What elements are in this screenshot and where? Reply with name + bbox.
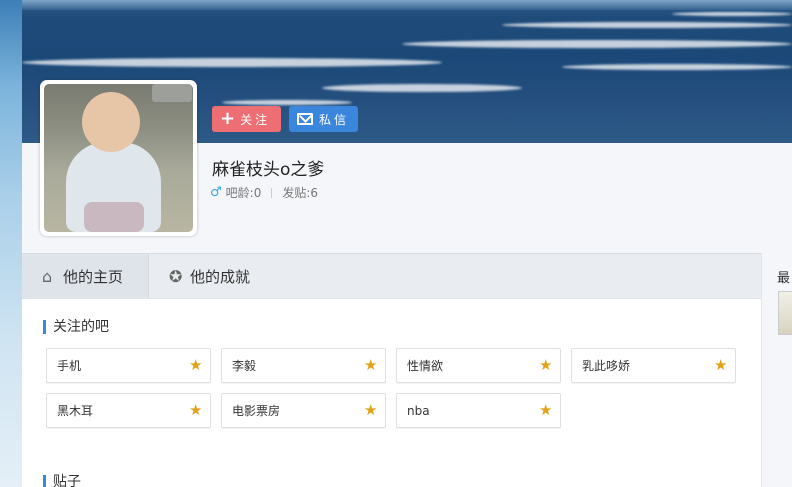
star-icon: ★ <box>539 356 553 374</box>
bar-item-label: 手机 <box>57 359 82 373</box>
star-icon: ★ <box>364 356 378 374</box>
medal-icon: ✪ <box>169 266 183 286</box>
bar-item[interactable]: 手机 ★ <box>46 348 211 383</box>
bar-item-label: 李毅 <box>232 359 257 373</box>
tab-home[interactable]: ⌂ 他的主页 <box>22 254 149 299</box>
sidebar-thumbnail[interactable] <box>778 291 792 335</box>
meta-divider <box>271 187 273 198</box>
plus-icon: + <box>220 108 236 129</box>
page-background-left <box>0 0 22 487</box>
tab-achievements-label: 他的成就 <box>190 268 251 286</box>
profile-meta: ♂ 吧龄:0 发贴:6 <box>210 184 318 201</box>
profile-tabs: ⌂ 他的主页 ✪ 他的成就 <box>22 253 761 299</box>
follow-button[interactable]: + 关注 <box>212 106 281 132</box>
avatar-photo <box>44 84 193 232</box>
tab-achievements[interactable]: ✪ 他的成就 <box>169 254 279 299</box>
avatar[interactable] <box>40 80 197 236</box>
mail-icon <box>297 113 313 125</box>
bar-age: 吧龄:0 <box>225 186 262 200</box>
star-icon: ★ <box>189 356 203 374</box>
bar-item-label: 电影票房 <box>232 404 281 418</box>
post-count: 发贴:6 <box>282 186 319 200</box>
bar-item[interactable]: 性情欲 ★ <box>396 348 561 383</box>
follow-button-label: 关注 <box>240 112 271 127</box>
bar-item[interactable]: 黑木耳 ★ <box>46 393 211 428</box>
posts-title: 贴子 <box>43 475 81 487</box>
male-icon: ♂ <box>210 185 222 200</box>
username: 麻雀枝头o之爹 <box>212 160 325 180</box>
bar-item-label: nba <box>407 403 430 418</box>
bar-item[interactable]: 李毅 ★ <box>221 348 386 383</box>
star-icon: ★ <box>364 401 378 419</box>
bar-item[interactable]: nba ★ <box>396 393 561 428</box>
message-button[interactable]: 私信 <box>289 106 358 132</box>
right-sidebar: 最 <box>761 253 792 487</box>
star-icon: ★ <box>189 401 203 419</box>
main-content: 关注的吧 手机 ★ 李毅 ★ 性情欲 ★ 乳此哆娇 ★ 黑木耳 ★ 电影票房 ★… <box>22 299 761 487</box>
bar-item-label: 乳此哆娇 <box>582 359 631 373</box>
star-icon: ★ <box>714 356 728 374</box>
sidebar-title: 最 <box>777 271 791 286</box>
star-icon: ★ <box>539 401 553 419</box>
bar-item-label: 黑木耳 <box>57 404 94 418</box>
message-button-label: 私信 <box>319 112 350 127</box>
bar-item-label: 性情欲 <box>407 359 444 373</box>
bar-item[interactable]: 乳此哆娇 ★ <box>571 348 736 383</box>
tab-home-label: 他的主页 <box>63 268 124 286</box>
followed-bars-title: 关注的吧 <box>43 320 109 334</box>
bar-item[interactable]: 电影票房 ★ <box>221 393 386 428</box>
home-icon: ⌂ <box>42 266 53 286</box>
